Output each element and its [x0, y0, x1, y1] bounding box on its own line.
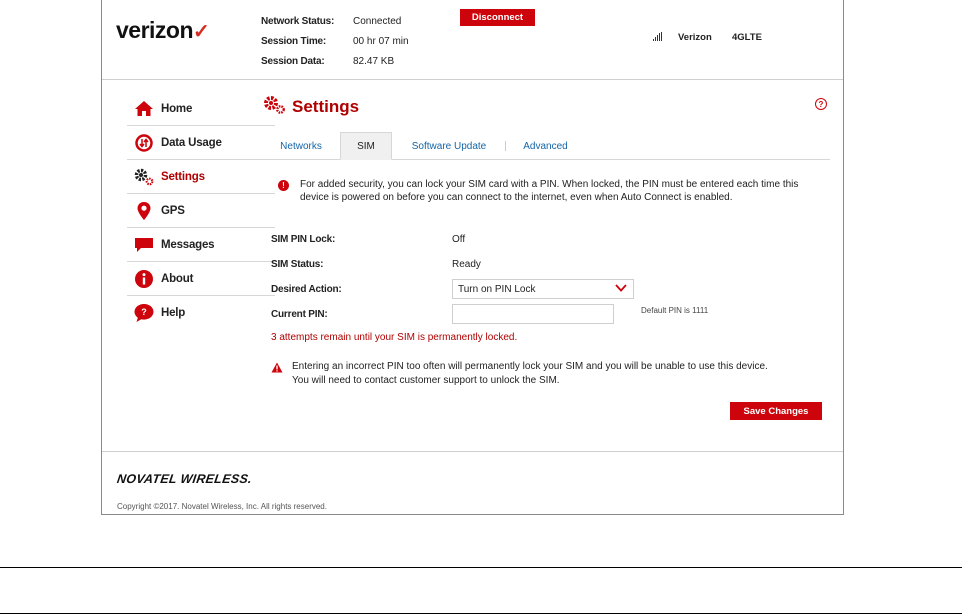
carrier-name: Verizon — [678, 32, 712, 43]
desired-action-value: Turn on PIN Lock — [458, 283, 536, 295]
session-data-label: Session Data: — [261, 55, 325, 67]
page-header: Settings — [262, 92, 830, 122]
main-content: Settings ? Networks SIM Software Update … — [262, 92, 830, 420]
app-frame: verizon✓ Network Status: Connected Sessi… — [101, 0, 844, 515]
info-text: For added security, you can lock your SI… — [300, 179, 799, 203]
current-pin-row: Current PIN: — [271, 304, 614, 324]
sim-pin-lock-row: SIM PIN Lock: Off — [271, 229, 465, 249]
verizon-logo: verizon✓ — [116, 17, 210, 43]
session-time-label: Session Time: — [261, 35, 327, 47]
desired-action-label: Desired Action: — [271, 283, 342, 295]
desired-action-row: Desired Action: Turn on PIN Lock — [271, 279, 634, 299]
current-pin-input[interactable] — [452, 304, 614, 324]
divider-line — [0, 567, 962, 568]
gears-icon — [262, 94, 286, 121]
gears-icon — [129, 166, 159, 188]
sidebar-item-label: Data Usage — [161, 136, 222, 149]
copyright-text: Copyright ©2017. Novatel Wireless, Inc. … — [117, 502, 327, 511]
footer: NOVATEL WIRELESS. Copyright ©2017. Novat… — [102, 451, 843, 514]
signal-bars-icon — [653, 32, 662, 41]
sidebar-item-label: Help — [161, 307, 186, 319]
novatel-wireless-logo: NOVATEL WIRELESS. — [116, 472, 253, 486]
sidebar-item-messages[interactable]: Messages — [127, 228, 275, 262]
warning-text-line-1: Entering an incorrect PIN too often will… — [292, 361, 768, 372]
sim-status-value: Ready — [452, 258, 481, 270]
warning-text-line-2: You will need to contact customer suppor… — [292, 375, 560, 386]
network-status-value: Connected — [353, 15, 402, 27]
sim-status-label: SIM Status: — [271, 258, 324, 270]
message-icon — [129, 234, 159, 256]
info-icon — [129, 268, 159, 290]
sim-status-row: SIM Status: Ready — [271, 254, 481, 274]
sidebar-item-gps[interactable]: GPS — [127, 194, 275, 228]
attempts-warning: 3 attempts remain until your SIM is perm… — [271, 332, 518, 343]
sidebar-item-label: Home — [161, 102, 193, 115]
sidebar-item-label: About — [161, 272, 194, 285]
current-pin-label: Current PIN: — [271, 308, 328, 320]
chevron-down-icon — [615, 283, 627, 295]
sidebar-item-help[interactable]: ? Help — [127, 296, 275, 330]
help-icon[interactable]: ? — [815, 98, 827, 110]
sidebar-item-about[interactable]: About — [127, 262, 275, 296]
network-type: 4GLTE — [732, 32, 762, 43]
help-bubble-icon: ? — [129, 302, 159, 324]
map-pin-icon — [129, 200, 159, 222]
default-pin-note: Default PIN is 1111 — [641, 306, 709, 315]
disconnect-button[interactable]: Disconnect — [460, 9, 535, 26]
tab-networks[interactable]: Networks — [262, 132, 340, 160]
sim-pin-lock-label: SIM PIN Lock: — [271, 233, 336, 245]
tab-sim[interactable]: SIM — [340, 132, 392, 160]
desired-action-select[interactable]: Turn on PIN Lock — [452, 279, 634, 299]
connection-status: Network Status: Connected Session Time: … — [261, 11, 409, 71]
session-time-value: 00 hr 07 min — [353, 35, 409, 47]
session-data-value: 82.47 KB — [353, 55, 395, 67]
svg-text:?: ? — [141, 307, 147, 317]
home-icon — [129, 98, 159, 120]
warning-icon — [271, 360, 283, 388]
network-status-label: Network Status: — [261, 15, 335, 27]
tab-software-update[interactable]: Software Update — [393, 132, 505, 160]
settings-tabs: Networks SIM Software Update Advanced — [262, 132, 830, 160]
page-title: Settings — [292, 97, 360, 116]
warning-text: Entering an incorrect PIN too often will… — [292, 360, 768, 388]
sim-lock-info: ! For added security, you can lock your … — [278, 178, 818, 204]
info-icon: ! — [278, 180, 289, 191]
sidebar-item-label: Settings — [161, 170, 205, 183]
sidebar-nav: Home Data Usage Settings GPS Messages Ab… — [127, 92, 275, 330]
sim-pin-lock-value: Off — [452, 233, 466, 245]
data-usage-icon — [129, 132, 159, 154]
divider-line — [0, 613, 962, 614]
header: verizon✓ Network Status: Connected Sessi… — [102, 0, 843, 80]
sidebar-item-home[interactable]: Home — [127, 92, 275, 126]
sidebar-item-label: GPS — [161, 204, 185, 217]
save-changes-button[interactable]: Save Changes — [730, 402, 822, 420]
tab-advanced[interactable]: Advanced — [506, 132, 585, 160]
sidebar-item-settings[interactable]: Settings — [127, 160, 275, 194]
sidebar-item-data-usage[interactable]: Data Usage — [127, 126, 275, 160]
pin-lock-warning: Entering an incorrect PIN too often will… — [271, 360, 831, 388]
sidebar-item-label: Messages — [161, 238, 215, 251]
